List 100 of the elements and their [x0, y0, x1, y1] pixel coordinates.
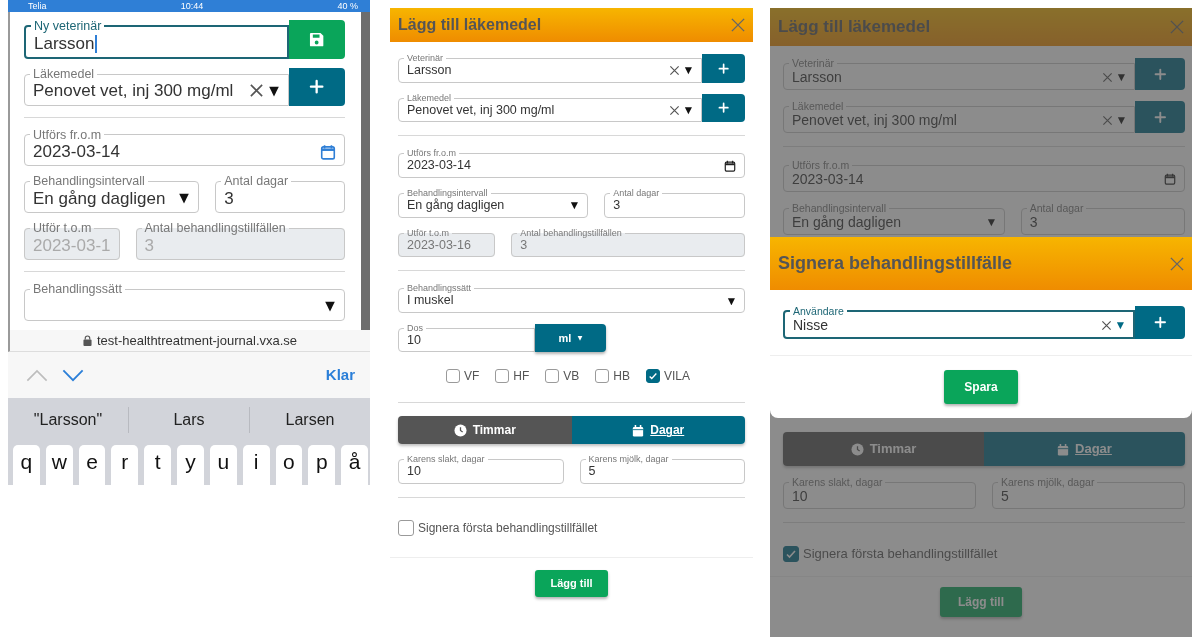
close-button[interactable]	[1170, 256, 1184, 271]
text-cursor	[95, 34, 98, 54]
segment-button[interactable]: Timmar	[398, 416, 572, 445]
checkbox-label: VILA	[664, 368, 691, 386]
next-button[interactable]	[62, 368, 84, 382]
combo-field[interactable]: Läkemedel Penovet vet, inj 300 mg/ml	[398, 93, 702, 123]
keyboard-key[interactable]: å	[341, 445, 368, 485]
checkbox-label: Signera första behandlingstillfället	[418, 520, 598, 537]
plus-icon	[1153, 67, 1167, 81]
plus-icon	[1153, 316, 1167, 329]
clear-icon	[1101, 319, 1113, 331]
chevron-down-icon	[62, 368, 84, 382]
input-field[interactable]: Antal dagar 3	[215, 175, 345, 213]
add-button[interactable]	[702, 93, 745, 123]
caret-icon	[178, 192, 191, 205]
clock-icon	[850, 442, 864, 456]
select-field[interactable]: Behandlingsintervall En gång dagligen	[24, 175, 200, 213]
keyboard-key[interactable]: r	[111, 445, 139, 485]
caret-icon	[1117, 115, 1126, 125]
address-bar[interactable]: test-healthtreatment-journal.vxa.se	[8, 330, 370, 352]
calendar-icon	[1164, 173, 1176, 186]
checkbox[interactable]	[495, 369, 510, 384]
caret-icon	[684, 106, 693, 115]
checkbox[interactable]	[783, 545, 799, 562]
close-button[interactable]	[1170, 20, 1184, 34]
calendar-icon	[320, 143, 336, 160]
plus-icon	[717, 102, 730, 114]
caret-icon	[577, 335, 584, 342]
select-field[interactable]: Behandlingsintervall En gång dagligen	[398, 188, 589, 218]
word-suggestion[interactable]: Larsen	[250, 408, 370, 432]
clock-text: 10:44	[180, 0, 204, 12]
checkbox[interactable]	[646, 369, 661, 384]
date-field[interactable]: Utförs fr.o.m 2023-03-14	[24, 128, 345, 167]
previous-button[interactable]	[26, 368, 48, 382]
keyboard-key[interactable]: u	[209, 445, 237, 485]
date-field[interactable]: Utförs fr.o.m 2023-03-14	[398, 149, 745, 178]
plus-icon	[309, 78, 325, 95]
keyboard-key[interactable]: w	[45, 445, 73, 485]
add-button[interactable]	[702, 54, 745, 83]
checkmark-icon	[648, 371, 659, 382]
select-field[interactable]: Behandlingssätt I muskel	[398, 284, 745, 313]
keyboard-key[interactable]: e	[78, 445, 106, 485]
lock-icon	[82, 335, 92, 346]
save-button[interactable]	[289, 20, 345, 59]
checkbox[interactable]	[595, 369, 610, 384]
keyboard-key[interactable]: o	[275, 445, 303, 485]
checkbox-label: HF	[513, 368, 530, 386]
keyboard-key[interactable]: i	[242, 445, 270, 485]
dialog-title: Lägg till läkemedel	[778, 16, 931, 39]
caret-icon	[324, 299, 336, 312]
done-button[interactable]: Klar	[325, 363, 355, 387]
dialog-title: Lägg till läkemedel	[398, 15, 542, 35]
keyboard-key[interactable]: t	[144, 445, 172, 485]
caret-icon	[986, 217, 996, 227]
dialog-title: Signera behandlingstillfälle	[778, 252, 1013, 275]
caret-icon	[684, 66, 693, 76]
input-field[interactable]: Ny veterinär Larsson	[24, 20, 289, 59]
clock-icon	[453, 423, 467, 437]
clear-icon	[1102, 114, 1114, 126]
add-button[interactable]	[1135, 306, 1185, 339]
url-text: test-healthtreatment-journal.vxa.se	[96, 331, 298, 350]
caret-icon	[570, 201, 580, 211]
combo-field[interactable]: Läkemedel Penovet vet, inj 300 mg/ml	[24, 67, 289, 106]
checkbox[interactable]	[398, 520, 414, 536]
input-field[interactable]: Dos 10	[398, 323, 536, 353]
battery-text: 40 %	[337, 0, 358, 12]
clear-icon	[249, 83, 264, 99]
input-field[interactable]: Antal dagar 3	[604, 188, 745, 218]
carrier-text: Telia	[28, 0, 47, 12]
clear-icon	[669, 65, 681, 77]
plus-icon	[717, 62, 730, 74]
input-field[interactable]: Karens mjölk, dagar 5	[579, 455, 745, 484]
close-icon	[1170, 20, 1184, 34]
input-field[interactable]: Karens slakt, dagar 10	[398, 455, 564, 484]
clear-icon	[1102, 71, 1114, 83]
combo-field[interactable]: Veterinär Larsson	[398, 54, 702, 83]
calendar-icon	[632, 423, 645, 437]
keyboard-key[interactable]: p	[308, 445, 336, 485]
caret-icon	[1117, 72, 1126, 82]
add-button[interactable]	[289, 67, 345, 106]
caret-icon	[268, 84, 280, 97]
keyboard-key[interactable]: q	[13, 445, 40, 485]
clear-icon	[669, 104, 681, 116]
checkbox[interactable]	[446, 369, 460, 384]
close-icon	[1170, 256, 1184, 271]
close-button[interactable]	[731, 18, 745, 32]
calendar-icon	[1057, 442, 1070, 456]
combo-field[interactable]: Användare Nisse	[783, 306, 1135, 339]
select-field[interactable]: Behandlingssätt	[24, 282, 345, 321]
checkbox-label: VB	[563, 368, 580, 386]
chevron-up-icon	[26, 368, 48, 382]
word-suggestion[interactable]: "Larsson"	[8, 408, 128, 432]
caret-icon	[727, 296, 736, 306]
checkbox-label: Signera första behandlingstillfället	[803, 545, 998, 563]
word-suggestion[interactable]: Lars	[129, 408, 249, 432]
unit-dropdown-button[interactable]: ml	[535, 323, 607, 353]
checkbox[interactable]	[545, 369, 560, 384]
segment-button[interactable]: Dagar	[571, 416, 745, 445]
calendar-icon	[724, 160, 736, 173]
keyboard-key[interactable]: y	[177, 445, 204, 485]
